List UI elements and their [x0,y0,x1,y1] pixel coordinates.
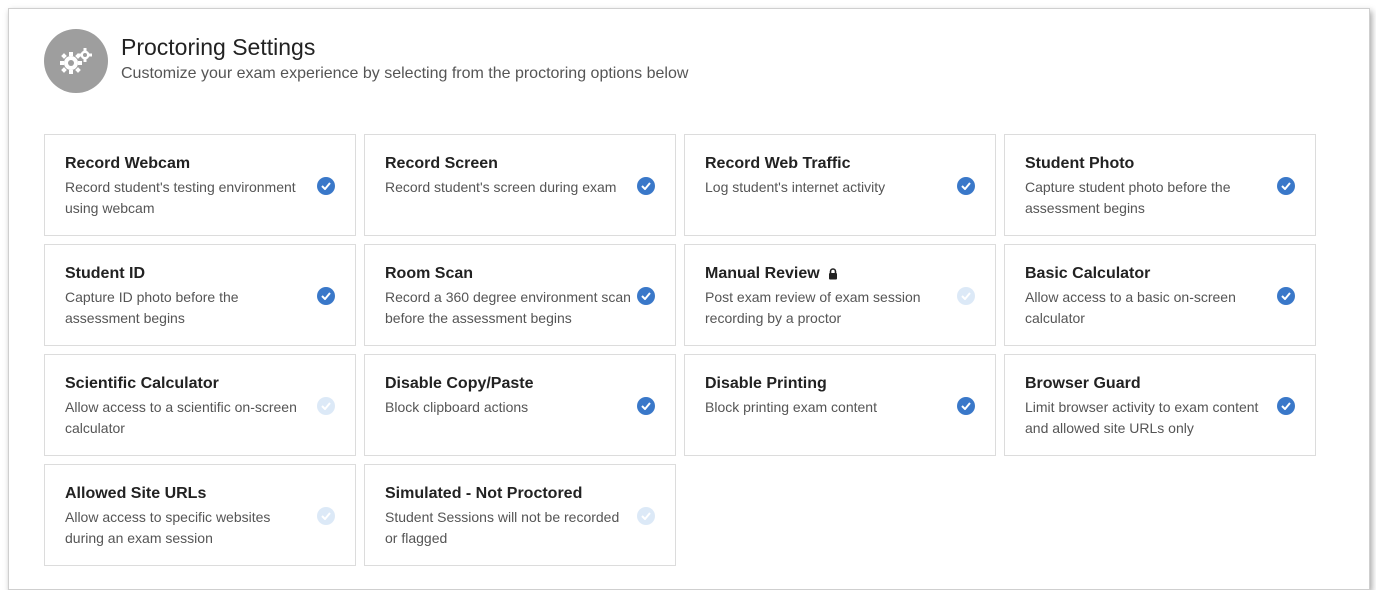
option-title: Student ID [65,265,145,282]
option-basic-calculator[interactable]: Basic Calculator Allow access to a basic… [1004,244,1316,346]
lock-icon [828,268,838,280]
option-description: Allow access to a basic on-screen calcul… [1025,289,1236,326]
option-student-photo[interactable]: Student Photo Capture student photo befo… [1004,134,1316,236]
page-subtitle: Customize your exam experience by select… [121,65,689,82]
option-allowed-site-urls[interactable]: Allowed Site URLs Allow access to specif… [44,464,356,566]
option-room-scan[interactable]: Room Scan Record a 360 degree environmen… [364,244,676,346]
page-title: Proctoring Settings [121,34,316,60]
check-icon[interactable] [957,397,975,415]
option-description: Allow access to a scientific on-screen c… [65,399,297,436]
check-icon[interactable] [1277,397,1295,415]
option-title: Student Photo [1025,155,1135,172]
option-title: Browser Guard [1025,375,1141,392]
option-description: Limit browser activity to exam content a… [1025,399,1259,436]
option-description: Allow access to specific websites during… [65,509,271,546]
option-simulated-not-proctored[interactable]: Simulated - Not Proctored Student Sessio… [364,464,676,566]
check-icon[interactable] [317,397,335,415]
check-icon[interactable] [957,287,975,305]
option-title: Manual Review [705,264,975,284]
option-description: Record a 360 degree environment scan bef… [385,289,631,326]
option-title: Room Scan [385,265,474,282]
options-grid: Record Webcam Record student's testing e… [44,134,1316,566]
option-title: Simulated - Not Proctored [385,485,583,502]
option-title: Allowed Site URLs [65,485,207,502]
settings-header: Proctoring Settings Customize your exam … [44,29,688,93]
check-icon[interactable] [637,287,655,305]
check-icon[interactable] [1277,177,1295,195]
option-title: Record Screen [385,155,498,172]
option-description: Block printing exam content [705,399,877,415]
option-scientific-calculator[interactable]: Scientific Calculator Allow access to a … [44,354,356,456]
option-description: Block clipboard actions [385,399,529,415]
option-disable-printing[interactable]: Disable Printing Block printing exam con… [684,354,996,456]
option-description: Capture student photo before the assessm… [1025,179,1231,216]
option-title: Scientific Calculator [65,375,219,392]
option-record-screen[interactable]: Record Screen Record student's screen du… [364,134,676,236]
option-description: Record student's testing environment usi… [65,179,296,216]
check-icon[interactable] [317,287,335,305]
option-description: Record student's screen during exam [385,179,617,195]
gears-icon [44,29,108,93]
check-icon[interactable] [637,177,655,195]
check-icon[interactable] [317,507,335,525]
option-manual-review[interactable]: Manual Review Post exam review of exam s… [684,244,996,346]
option-title: Disable Printing [705,375,827,392]
check-icon[interactable] [957,177,975,195]
check-icon[interactable] [317,177,335,195]
check-icon[interactable] [1277,287,1295,305]
option-record-webcam[interactable]: Record Webcam Record student's testing e… [44,134,356,236]
option-description: Log student's internet activity [705,179,886,195]
check-icon[interactable] [637,397,655,415]
option-disable-copy-paste[interactable]: Disable Copy/Paste Block clipboard actio… [364,354,676,456]
option-description: Post exam review of exam session recordi… [705,289,921,326]
option-description: Capture ID photo before the assessment b… [65,289,239,326]
check-icon[interactable] [637,507,655,525]
option-title: Disable Copy/Paste [385,375,534,392]
option-record-web-traffic[interactable]: Record Web Traffic Log student's interne… [684,134,996,236]
option-title: Basic Calculator [1025,265,1151,282]
option-description: Student Sessions will not be recorded or… [385,509,620,546]
option-title: Record Webcam [65,155,191,172]
option-browser-guard[interactable]: Browser Guard Limit browser activity to … [1004,354,1316,456]
option-title: Record Web Traffic [705,155,851,172]
option-student-id[interactable]: Student ID Capture ID photo before the a… [44,244,356,346]
settings-panel: Proctoring Settings Customize your exam … [8,8,1370,590]
